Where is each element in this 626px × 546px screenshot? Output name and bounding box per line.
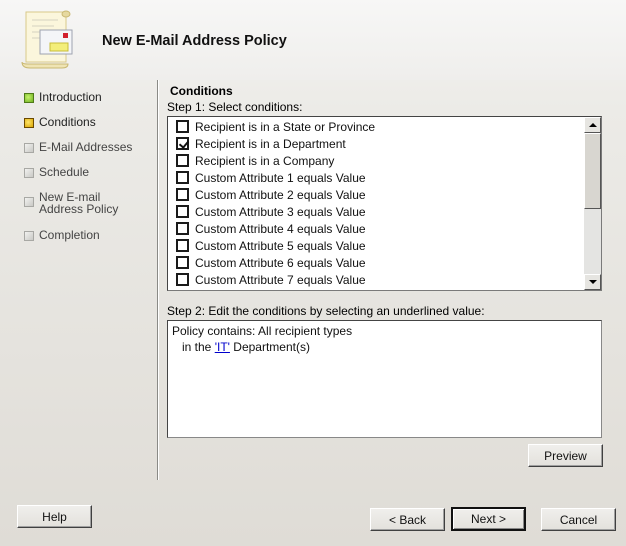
condition-label: Custom Attribute 5 equals Value (195, 238, 366, 253)
scroll-thumb[interactable] (584, 133, 601, 209)
condition-label: Recipient is in a Department (195, 136, 346, 151)
back-button[interactable]: < Back (370, 508, 445, 531)
conditions-editor: Policy contains: All recipient types in … (167, 320, 602, 438)
condition-item[interactable]: Custom Attribute 4 equals Value (168, 220, 584, 237)
condition-label: Recipient is in a State or Province (195, 119, 376, 134)
condition-label: Custom Attribute 3 equals Value (195, 204, 366, 219)
condition-checkbox[interactable] (176, 137, 189, 150)
condition-item[interactable]: Custom Attribute 5 equals Value (168, 237, 584, 254)
policy-line-1: Policy contains: All recipient types (172, 324, 353, 338)
condition-item[interactable]: Custom Attribute 3 equals Value (168, 203, 584, 220)
condition-checkbox[interactable] (176, 256, 189, 269)
condition-label: Custom Attribute 2 equals Value (195, 187, 366, 202)
conditions-list: Recipient is in a State or Province Recip… (168, 118, 584, 288)
step-pending-icon (24, 231, 34, 241)
condition-checkbox[interactable] (176, 222, 189, 235)
conditions-scrollbar[interactable] (584, 117, 601, 290)
condition-item[interactable]: Custom Attribute 1 equals Value (168, 169, 584, 186)
step-schedule: Schedule (24, 166, 89, 178)
department-value-link[interactable]: 'IT' (215, 340, 230, 354)
condition-checkbox[interactable] (176, 154, 189, 167)
step-email-addresses: E-Mail Addresses (24, 141, 132, 153)
condition-item[interactable]: Recipient is in a Company (168, 152, 584, 169)
wizard-header: New E-Mail Address Policy (0, 0, 626, 80)
condition-checkbox[interactable] (176, 205, 189, 218)
arrow-up-icon (588, 123, 597, 127)
next-button[interactable]: Next > (451, 507, 526, 531)
step-introduction: Introduction (24, 91, 102, 103)
scroll-up-button[interactable] (584, 117, 601, 133)
condition-label: Custom Attribute 7 equals Value (195, 272, 366, 287)
condition-label: Custom Attribute 6 equals Value (195, 255, 366, 270)
condition-checkbox[interactable] (176, 171, 189, 184)
arrow-down-icon (588, 280, 597, 284)
step-completion: Completion (24, 229, 100, 241)
step1-label: Step 1: Select conditions: (167, 100, 303, 114)
condition-label: Recipient is in a Company (195, 153, 335, 168)
condition-checkbox[interactable] (176, 273, 189, 286)
preview-button[interactable]: Preview (528, 444, 603, 467)
scroll-down-button[interactable] (584, 274, 601, 290)
policy-line-2-prefix: in the (182, 340, 215, 354)
condition-item[interactable]: Custom Attribute 7 equals Value (168, 271, 584, 288)
condition-label: Custom Attribute 4 equals Value (195, 221, 366, 236)
step-complete-icon (24, 93, 34, 103)
condition-item[interactable]: Recipient is in a Department (168, 135, 584, 152)
condition-item[interactable]: Custom Attribute 2 equals Value (168, 186, 584, 203)
condition-checkbox[interactable] (176, 120, 189, 133)
condition-label: Custom Attribute 1 equals Value (195, 170, 366, 185)
section-title: Conditions (170, 84, 233, 98)
policy-line-2-suffix: Department(s) (229, 340, 310, 354)
step-pending-icon (24, 168, 34, 178)
wizard-title: New E-Mail Address Policy (102, 33, 287, 49)
cancel-button[interactable]: Cancel (541, 508, 616, 531)
condition-checkbox[interactable] (176, 239, 189, 252)
step-current-icon (24, 118, 34, 128)
conditions-listbox[interactable]: Recipient is in a State or Province Recip… (167, 116, 602, 291)
condition-item[interactable]: Custom Attribute 6 equals Value (168, 254, 584, 271)
step-conditions: Conditions (24, 116, 96, 128)
step-pending-icon (24, 197, 34, 207)
scroll-envelope-icon (21, 10, 73, 69)
help-button[interactable]: Help (17, 505, 92, 528)
sidebar-divider (157, 80, 159, 480)
step-new-email-address-policy: New E-mail Address Policy (24, 191, 144, 215)
condition-item[interactable]: Recipient is in a State or Province (168, 118, 584, 135)
step2-label: Step 2: Edit the conditions by selecting… (167, 304, 485, 318)
step-pending-icon (24, 143, 34, 153)
condition-checkbox[interactable] (176, 188, 189, 201)
wizard-steps-sidebar: Introduction Conditions E-Mail Addresses… (0, 80, 158, 490)
policy-line-2: in the 'IT' Department(s) (172, 339, 597, 355)
